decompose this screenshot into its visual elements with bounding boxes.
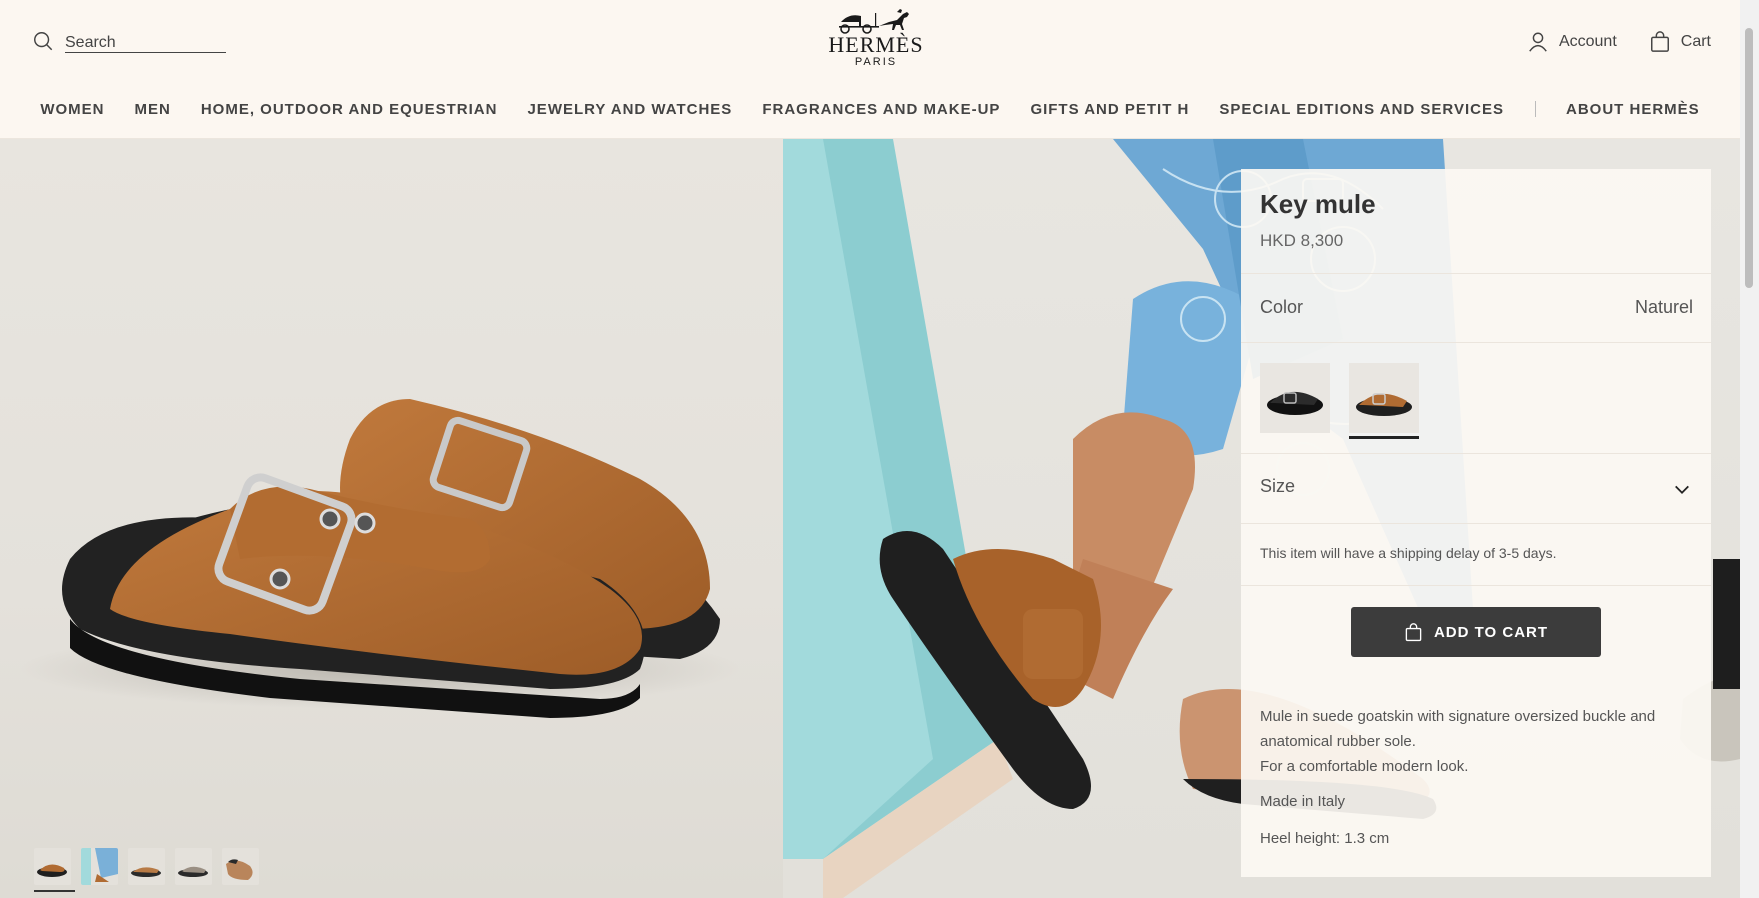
description-line: For a comfortable modern look. bbox=[1260, 758, 1469, 775]
shopping-bag-icon bbox=[1650, 31, 1669, 52]
user-icon bbox=[1529, 32, 1547, 52]
nav-item-home-outdoor-equestrian[interactable]: HOME, OUTDOOR AND EQUESTRIAN bbox=[201, 101, 498, 118]
cart-link[interactable]: Cart bbox=[1649, 31, 1711, 53]
site-header: HERMÈS PARIS Account Cart WOMEN MEN HOME… bbox=[0, 0, 1740, 139]
made-in-label: Made in Italy bbox=[1260, 793, 1346, 810]
cart-label: Cart bbox=[1680, 33, 1711, 50]
nav-item-men[interactable]: MEN bbox=[135, 101, 171, 118]
color-value: Naturel bbox=[1634, 297, 1693, 317]
nav-item-about-hermes[interactable]: ABOUT HERMÈS bbox=[1566, 101, 1700, 118]
divider bbox=[1241, 523, 1711, 524]
thumbnail-2[interactable] bbox=[81, 848, 118, 885]
nav-item-women[interactable]: WOMEN bbox=[40, 101, 104, 118]
selected-swatch-indicator bbox=[1349, 436, 1419, 439]
thumbnail-4[interactable] bbox=[175, 848, 212, 885]
product-title: Key mule bbox=[1260, 189, 1376, 219]
search-icon[interactable] bbox=[32, 30, 54, 52]
size-selector-label[interactable]: Size bbox=[1260, 476, 1295, 497]
product-description: Mule in suede goatskin with signature ov… bbox=[1260, 704, 1690, 779]
mule-pair-illustration bbox=[20, 399, 740, 718]
product-price: HKD 8,300 bbox=[1260, 231, 1344, 250]
color-swatch-naturel[interactable] bbox=[1349, 363, 1419, 433]
chevron-down-icon[interactable] bbox=[1673, 481, 1691, 499]
shopping-bag-icon bbox=[1405, 622, 1422, 641]
thumbnail-3[interactable] bbox=[128, 848, 165, 885]
logo-subtitle: PARIS bbox=[854, 56, 898, 68]
header-actions: Account Cart bbox=[1495, 28, 1711, 56]
nav-item-fragrances-makeup[interactable]: FRAGRANCES AND MAKE-UP bbox=[762, 101, 1000, 118]
search-bar[interactable] bbox=[32, 28, 226, 54]
account-label: Account bbox=[1558, 33, 1617, 50]
nav-divider bbox=[1535, 101, 1536, 117]
search-input[interactable] bbox=[65, 29, 226, 53]
active-thumbnail-indicator bbox=[34, 890, 75, 892]
description-line: Mule in suede goatskin with signature ov… bbox=[1260, 708, 1656, 750]
page-scrollbar[interactable] bbox=[1740, 0, 1759, 898]
divider bbox=[1241, 273, 1711, 274]
divider bbox=[1241, 585, 1711, 586]
thumbnail-1[interactable] bbox=[34, 848, 71, 885]
product-details-panel: Key mule HKD 8,300 Color Naturel Size Th… bbox=[1241, 169, 1711, 877]
product-image-main[interactable] bbox=[0, 139, 783, 898]
heel-height-label: Heel height: 1.3 cm bbox=[1260, 830, 1390, 847]
shipping-delay-note: This item will have a shipping delay of … bbox=[1260, 545, 1557, 561]
add-to-cart-button[interactable]: ADD TO CART bbox=[1351, 607, 1601, 657]
add-to-cart-label: ADD TO CART bbox=[1433, 623, 1549, 641]
carriage-logo-icon bbox=[839, 9, 909, 34]
thumbnail-5[interactable] bbox=[222, 848, 259, 885]
divider bbox=[1241, 453, 1711, 454]
divider bbox=[1241, 342, 1711, 343]
account-link[interactable]: Account bbox=[1527, 31, 1617, 53]
color-swatch-black[interactable] bbox=[1260, 363, 1330, 433]
nav-item-special-editions[interactable]: SPECIAL EDITIONS AND SERVICES bbox=[1219, 101, 1504, 118]
main-nav: WOMEN MEN HOME, OUTDOOR AND EQUESTRIAN J… bbox=[0, 97, 1740, 121]
color-label: Color bbox=[1260, 297, 1304, 317]
image-thumbnails bbox=[34, 848, 259, 885]
nav-item-gifts-petit-h[interactable]: GIFTS AND PETIT H bbox=[1030, 101, 1189, 118]
nav-item-jewelry-watches[interactable]: JEWELRY AND WATCHES bbox=[527, 101, 732, 118]
logo-wordmark: HERMÈS bbox=[828, 32, 924, 57]
scrollbar-thumb[interactable] bbox=[1745, 28, 1753, 288]
hermes-logo[interactable]: HERMÈS PARIS bbox=[820, 8, 932, 74]
